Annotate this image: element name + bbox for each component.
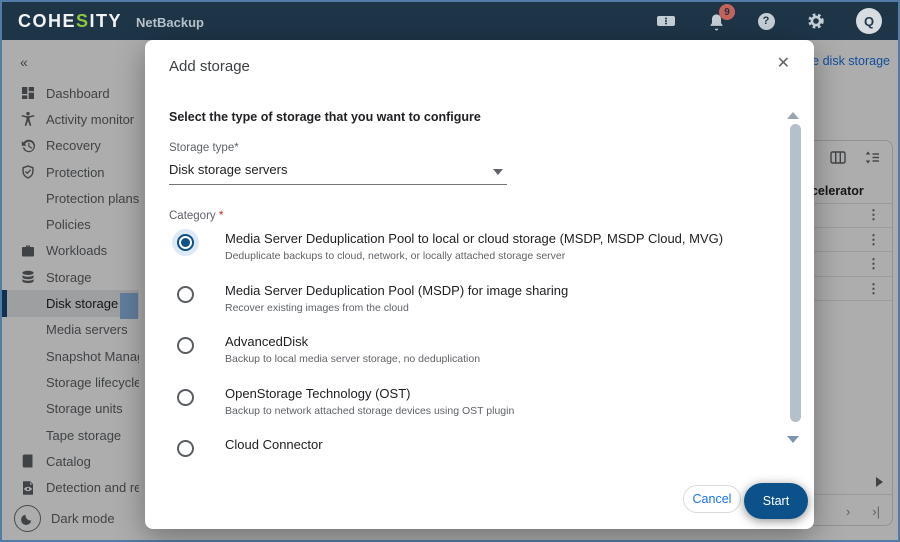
product-name: NetBackup	[136, 15, 204, 30]
radio-option-msdp-image-sharing[interactable]: Media Server Deduplication Pool (MSDP) f…	[169, 280, 774, 332]
scroll-up-icon[interactable]	[787, 112, 799, 119]
radio-option-advanceddisk[interactable]: AdvancedDisk Backup to local media serve…	[169, 331, 774, 383]
option-label: Media Server Deduplication Pool to local…	[225, 231, 723, 246]
start-button[interactable]: Start	[744, 483, 808, 519]
radio-selected-icon[interactable]	[172, 229, 199, 256]
settings-gear-icon[interactable]	[806, 11, 826, 31]
close-icon[interactable]: ✕	[777, 56, 790, 72]
option-label: OpenStorage Technology (OST)	[225, 386, 410, 401]
radio-icon[interactable]	[172, 384, 199, 411]
option-description: Backup to local media server storage, no…	[225, 353, 480, 365]
radio-icon[interactable]	[172, 332, 199, 359]
add-storage-dialog: Add storage ✕ Select the type of storage…	[145, 40, 814, 529]
category-label: Category *	[169, 210, 223, 222]
dialog-instruction: Select the type of storage that you want…	[169, 110, 481, 124]
dialog-title: Add storage	[169, 58, 250, 75]
category-label-text: Category	[169, 210, 216, 222]
required-asterisk: *	[219, 210, 223, 222]
app-header: COHESITY NetBackup 9 ? Q	[2, 2, 898, 40]
chevron-down-icon	[493, 169, 503, 175]
ticket-icon[interactable]	[656, 11, 676, 31]
storage-type-value: Disk storage servers	[169, 162, 287, 177]
notification-badge: 9	[719, 4, 735, 20]
radio-icon[interactable]	[172, 281, 199, 308]
brand-green-s: S	[76, 11, 90, 31]
option-label: AdvancedDisk	[225, 334, 308, 349]
radio-option-cloud-connector[interactable]: Cloud Connector	[169, 434, 774, 460]
storage-type-select[interactable]: Disk storage servers	[169, 159, 507, 185]
dialog-scrollbar-thumb[interactable]	[790, 124, 801, 422]
option-label: Cloud Connector	[225, 437, 323, 452]
help-icon[interactable]: ?	[756, 11, 776, 31]
user-avatar[interactable]: Q	[856, 8, 882, 34]
radio-option-ost[interactable]: OpenStorage Technology (OST) Backup to n…	[169, 383, 774, 435]
category-options: Media Server Deduplication Pool to local…	[169, 228, 774, 460]
cancel-button[interactable]: Cancel	[683, 485, 741, 513]
brand-ity: ITY	[90, 11, 123, 31]
app-window: COHESITY NetBackup 9 ? Q « Dashboard	[0, 0, 900, 542]
brand-text: COHESITY	[18, 11, 122, 32]
radio-icon[interactable]	[172, 435, 199, 460]
option-description: Backup to network attached storage devic…	[225, 405, 514, 417]
scroll-down-icon[interactable]	[787, 436, 799, 443]
help-glyph: ?	[758, 13, 775, 30]
brand-cohe: COHE	[18, 11, 76, 31]
option-description: Deduplicate backups to cloud, network, o…	[225, 250, 565, 262]
option-description: Recover existing images from the cloud	[225, 302, 409, 314]
radio-option-msdp[interactable]: Media Server Deduplication Pool to local…	[169, 228, 774, 280]
cohesity-netbackup-logo: COHESITY NetBackup	[18, 11, 204, 32]
header-actions: 9 ? Q	[656, 8, 882, 34]
storage-type-label: Storage type*	[169, 142, 239, 154]
option-label: Media Server Deduplication Pool (MSDP) f…	[225, 283, 568, 298]
notifications-bell-icon[interactable]: 9	[706, 11, 726, 31]
